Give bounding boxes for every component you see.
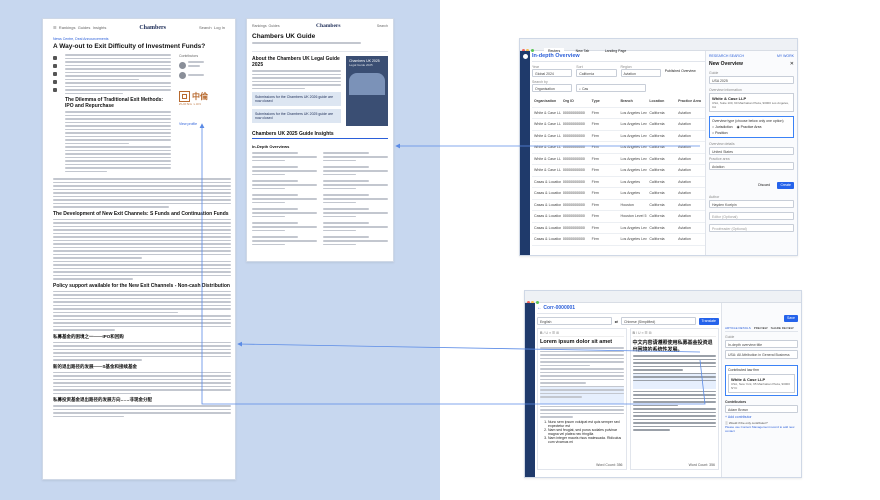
arrow-editor-to-profile	[199, 123, 706, 405]
connector-arrows	[199, 123, 706, 405]
arrow-editor-to-article	[237, 341, 701, 353]
